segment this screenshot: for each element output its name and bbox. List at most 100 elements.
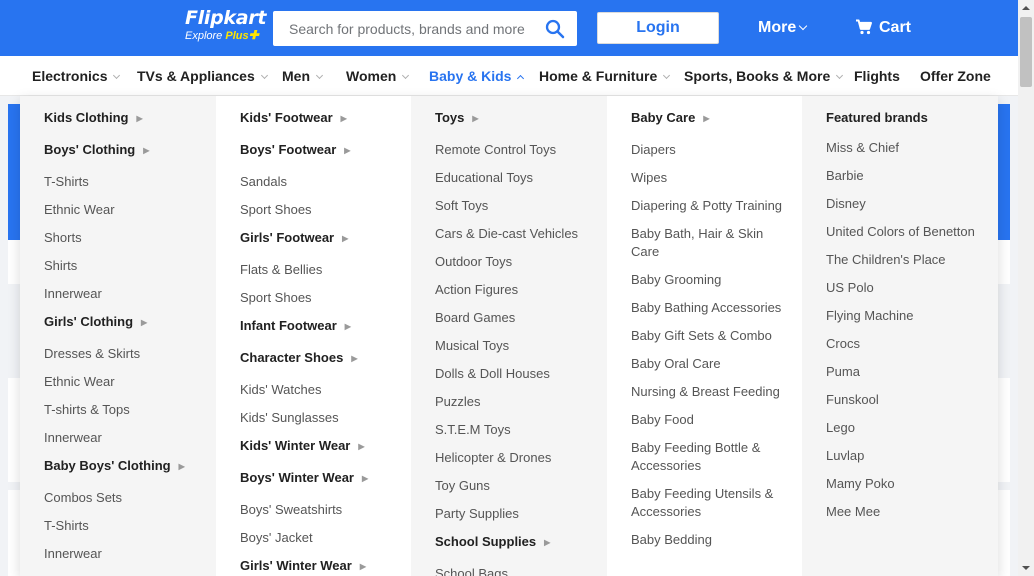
menu-link[interactable]: Barbie bbox=[826, 167, 984, 185]
menu-category-heading[interactable]: Infant Footwear ▶ bbox=[240, 317, 398, 337]
menu-link[interactable]: Ethnic Wear bbox=[44, 373, 202, 391]
menu-link[interactable]: Luvlap bbox=[826, 447, 984, 465]
nav-item-men[interactable]: Men bbox=[282, 68, 324, 84]
menu-link[interactable]: Miss & Chief bbox=[826, 139, 984, 157]
menu-link[interactable]: The Children's Place bbox=[826, 251, 984, 269]
menu-category-heading[interactable]: Girls' Footwear ▶ bbox=[240, 229, 398, 249]
menu-link[interactable]: Dresses & Skirts bbox=[44, 345, 202, 363]
menu-link[interactable]: T-Shirts bbox=[44, 173, 202, 191]
nav-item-electronics[interactable]: Electronics bbox=[32, 68, 121, 84]
menu-link[interactable]: Dolls & Doll Houses bbox=[435, 365, 593, 383]
page-scrollbar[interactable] bbox=[1018, 0, 1034, 576]
menu-link[interactable]: Kids' Sunglasses bbox=[240, 409, 398, 427]
menu-link[interactable]: Baby Bath, Hair & Skin Care bbox=[631, 225, 789, 261]
nav-item-baby-kids[interactable]: Baby & Kids bbox=[429, 68, 525, 84]
menu-link[interactable]: Shirts bbox=[44, 257, 202, 275]
menu-link[interactable]: Funskool bbox=[826, 391, 984, 409]
menu-link[interactable]: Flats & Bellies bbox=[240, 261, 398, 279]
menu-category-heading[interactable]: Kids' Footwear ▶ bbox=[240, 109, 398, 129]
menu-category-heading[interactable]: Girls' Clothing ▶ bbox=[44, 313, 202, 333]
flipkart-logo[interactable]: Flipkart Explore Plus✚ bbox=[185, 8, 266, 43]
menu-link[interactable]: Toy Guns bbox=[435, 477, 593, 495]
menu-link[interactable]: Puma bbox=[826, 363, 984, 381]
menu-link[interactable]: Sport Shoes bbox=[240, 201, 398, 219]
menu-link[interactable]: Educational Toys bbox=[435, 169, 593, 187]
menu-link[interactable]: Baby Bathing Accessories bbox=[631, 299, 789, 317]
menu-category-heading[interactable]: Kids' Winter Wear ▶ bbox=[240, 437, 398, 457]
nav-item-flights[interactable]: Flights bbox=[854, 68, 900, 84]
menu-link[interactable]: Crocs bbox=[826, 335, 984, 353]
menu-link[interactable]: Sport Shoes bbox=[240, 289, 398, 307]
search-input[interactable] bbox=[273, 11, 533, 46]
menu-link[interactable]: School Bags bbox=[435, 565, 593, 576]
nav-item-tvs-appliances[interactable]: TVs & Appliances bbox=[137, 68, 268, 84]
menu-link[interactable]: Baby Oral Care bbox=[631, 355, 789, 373]
menu-link[interactable]: Nursing & Breast Feeding bbox=[631, 383, 789, 401]
more-menu-button[interactable]: More bbox=[758, 19, 808, 37]
menu-category-heading[interactable]: Boys' Clothing ▶ bbox=[44, 141, 202, 161]
menu-category-heading[interactable]: Boys' Winter Wear ▶ bbox=[240, 469, 398, 489]
menu-link[interactable]: Baby Feeding Utensils & Accessories bbox=[631, 485, 789, 521]
menu-category-heading[interactable]: Featured brands bbox=[826, 109, 984, 127]
menu-category-heading[interactable]: Boys' Footwear ▶ bbox=[240, 141, 398, 161]
menu-category-heading[interactable]: Kids Clothing ▶ bbox=[44, 109, 202, 129]
menu-link[interactable]: Combos Sets bbox=[44, 489, 202, 507]
chevron-down-icon bbox=[836, 71, 844, 80]
menu-link[interactable]: Boys' Jacket bbox=[240, 529, 398, 547]
cart-button[interactable]: Cart bbox=[855, 19, 911, 37]
menu-link[interactable]: Boys' Sweatshirts bbox=[240, 501, 398, 519]
menu-link[interactable]: Lego bbox=[826, 419, 984, 437]
menu-link[interactable]: Board Games bbox=[435, 309, 593, 327]
menu-link[interactable]: Ethnic Wear bbox=[44, 201, 202, 219]
menu-category-heading[interactable]: School Supplies ▶ bbox=[435, 533, 593, 553]
menu-category-heading[interactable]: Girls' Winter Wear ▶ bbox=[240, 557, 398, 576]
menu-link[interactable]: US Polo bbox=[826, 279, 984, 297]
menu-link[interactable]: Baby Gift Sets & Combo bbox=[631, 327, 789, 345]
menu-link[interactable]: Flying Machine bbox=[826, 307, 984, 325]
menu-link[interactable]: United Colors of Benetton bbox=[826, 223, 984, 241]
menu-link[interactable]: Remote Control Toys bbox=[435, 141, 593, 159]
menu-link[interactable]: Helicopter & Drones bbox=[435, 449, 593, 467]
login-button[interactable]: Login bbox=[597, 12, 719, 44]
scroll-up-arrow-icon[interactable] bbox=[1018, 0, 1034, 16]
menu-link[interactable]: Outdoor Toys bbox=[435, 253, 593, 271]
menu-link[interactable]: Baby Feeding Bottle & Accessories bbox=[631, 439, 789, 475]
menu-link[interactable]: Action Figures bbox=[435, 281, 593, 299]
menu-link[interactable]: Musical Toys bbox=[435, 337, 593, 355]
menu-link[interactable]: Innerwear bbox=[44, 545, 202, 563]
menu-category-heading[interactable]: Toys ▶ bbox=[435, 109, 593, 129]
menu-category-heading[interactable]: Baby Care ▶ bbox=[631, 109, 789, 129]
menu-link[interactable]: T-shirts & Tops bbox=[44, 401, 202, 419]
menu-link[interactable]: Disney bbox=[826, 195, 984, 213]
nav-item-women[interactable]: Women bbox=[346, 68, 410, 84]
menu-link[interactable]: Mee Mee bbox=[826, 503, 984, 521]
menu-item-label: Ethnic Wear bbox=[44, 374, 115, 389]
menu-link[interactable]: Innerwear bbox=[44, 285, 202, 303]
menu-link[interactable]: Baby Grooming bbox=[631, 271, 789, 289]
menu-link[interactable]: Shorts bbox=[44, 229, 202, 247]
nav-item-sports-books-more[interactable]: Sports, Books & More bbox=[684, 68, 844, 84]
scroll-down-arrow-icon[interactable] bbox=[1018, 560, 1034, 576]
search-icon[interactable] bbox=[545, 19, 565, 39]
nav-item-offer-zone[interactable]: Offer Zone bbox=[920, 68, 991, 84]
menu-link[interactable]: S.T.E.M Toys bbox=[435, 421, 593, 439]
menu-link[interactable]: Kids' Watches bbox=[240, 381, 398, 399]
menu-link[interactable]: Baby Food bbox=[631, 411, 789, 429]
menu-link[interactable]: Sandals bbox=[240, 173, 398, 191]
menu-link[interactable]: T-Shirts bbox=[44, 517, 202, 535]
menu-category-heading[interactable]: Character Shoes ▶ bbox=[240, 349, 398, 369]
nav-item-home-furniture[interactable]: Home & Furniture bbox=[539, 68, 671, 84]
menu-link[interactable]: Soft Toys bbox=[435, 197, 593, 215]
menu-category-heading[interactable]: Baby Boys' Clothing ▶ bbox=[44, 457, 202, 477]
menu-link[interactable]: Wipes bbox=[631, 169, 789, 187]
menu-link[interactable]: Mamy Poko bbox=[826, 475, 984, 493]
scrollbar-thumb[interactable] bbox=[1020, 17, 1032, 87]
menu-link[interactable]: Diapers bbox=[631, 141, 789, 159]
menu-link[interactable]: Baby Bedding bbox=[631, 531, 789, 549]
menu-link[interactable]: Cars & Die-cast Vehicles bbox=[435, 225, 593, 243]
menu-item-label: Baby Food bbox=[631, 412, 694, 427]
menu-link[interactable]: Innerwear bbox=[44, 429, 202, 447]
menu-link[interactable]: Puzzles bbox=[435, 393, 593, 411]
menu-link[interactable]: Party Supplies bbox=[435, 505, 593, 523]
menu-link[interactable]: Diapering & Potty Training bbox=[631, 197, 789, 215]
